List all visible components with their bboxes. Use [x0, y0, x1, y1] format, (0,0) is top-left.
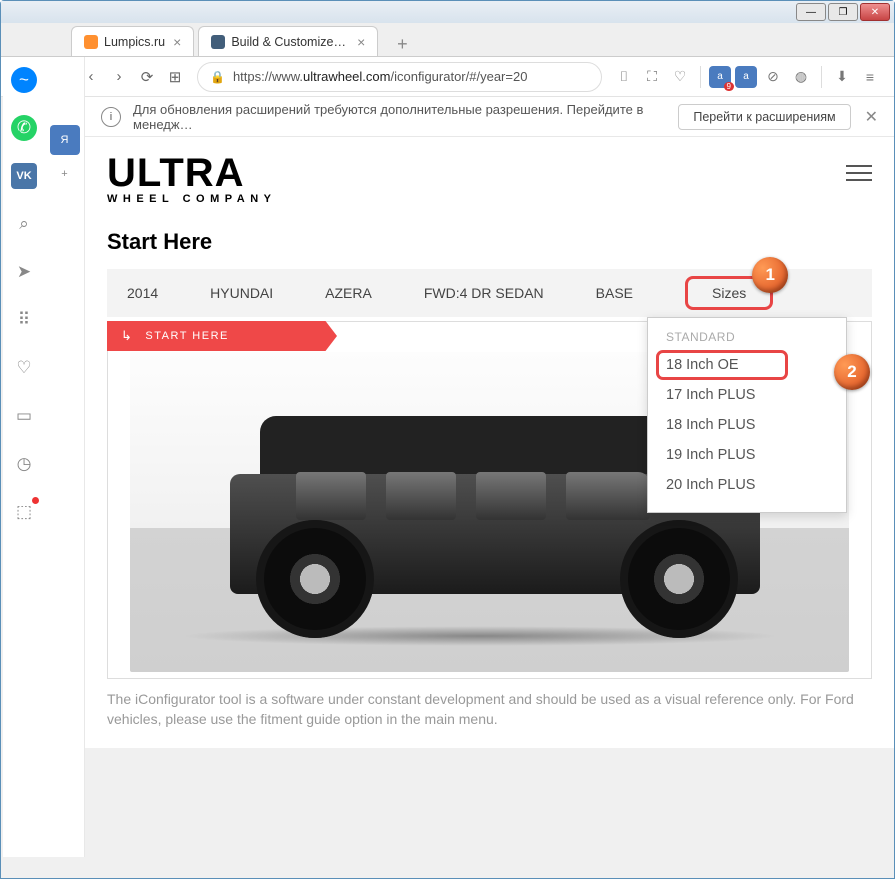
window-titlebar: — ❐ ✕ [1, 1, 894, 23]
dropdown-option-20-plus[interactable]: 20 Inch PLUS [648, 470, 846, 500]
workspace-column: Я + [45, 57, 85, 857]
url-path: /iconfigurator/#/year=20 [390, 69, 527, 84]
sizes-dropdown: STANDARD 18 Inch OE 2 17 Inch PLUS 18 In… [647, 317, 847, 513]
snapshot-icon[interactable]: ⌷ [612, 65, 636, 89]
ribbon-arrow-icon: ↳ [121, 328, 133, 344]
sidebar-search-icon[interactable]: ⌕ [11, 211, 37, 237]
wheel-rear-icon [620, 520, 738, 638]
filter-sizes-button[interactable]: Sizes 1 [685, 276, 773, 310]
info-icon: i [101, 107, 121, 127]
speed-dial-button[interactable]: ⊞ [161, 63, 189, 91]
go-to-extensions-button[interactable]: Перейти к расширениям [678, 104, 850, 130]
sidebar-dock: ~ ✆ VK ⌕ ➤ ⠿ ♡ ▭ ◷ ⬚ [3, 57, 45, 857]
page-content: ULTRA WHEEL COMPANY Start Here 2014 HYUN… [85, 137, 894, 748]
page-heading: Start Here [107, 229, 872, 255]
dropdown-section-header: STANDARD [648, 326, 846, 350]
dropdown-option-19-plus[interactable]: 19 Inch PLUS [648, 440, 846, 470]
extension-notice-bar: i Для обновления расширений требуются до… [85, 97, 894, 137]
extension-translate-icon[interactable]: а9 [709, 66, 731, 88]
url-pre: www. [272, 69, 303, 84]
sidebar-extensions-icon[interactable]: ⬚ [11, 499, 37, 525]
notify-dot-icon [32, 497, 39, 504]
window-maximize-button[interactable]: ❐ [828, 3, 858, 21]
sidebar-news-icon[interactable]: ▭ [11, 403, 37, 429]
filter-make[interactable]: HYUNDAI [210, 285, 273, 301]
window-minimize-button[interactable]: — [796, 3, 826, 21]
favicon-icon [211, 35, 225, 49]
nav-forward-button[interactable]: › [105, 63, 133, 91]
url-domain: ultrawheel.com [303, 69, 390, 84]
filter-body[interactable]: FWD:4 DR SEDAN [424, 285, 544, 301]
profile-icon[interactable]: ◍ [789, 65, 813, 89]
ribbon-label: START HERE [145, 330, 228, 342]
logo-text: ULTRA [107, 155, 277, 191]
workspace-add-button[interactable]: + [50, 159, 80, 189]
window-close-button[interactable]: ✕ [860, 3, 890, 21]
browser-tab-ultrawheel[interactable]: Build & Customize Your Ca × [198, 26, 378, 56]
crop-icon[interactable]: ⛶ [640, 65, 664, 89]
address-bar[interactable]: 🔒 https://www.ultrawheel.com/iconfigurat… [197, 62, 602, 92]
sidebar-heart-icon[interactable]: ♡ [11, 355, 37, 381]
nav-reload-button[interactable]: ⟳ [133, 63, 161, 91]
sidebar-send-icon[interactable]: ➤ [11, 259, 37, 285]
notice-close-icon[interactable]: ✕ [865, 107, 878, 127]
site-logo[interactable]: ULTRA WHEEL COMPANY [107, 155, 277, 205]
logo-subtitle: WHEEL COMPANY [107, 193, 277, 205]
filter-model[interactable]: AZERA [325, 285, 372, 301]
sidebar-history-icon[interactable]: ◷ [11, 451, 37, 477]
url-protocol: https:// [233, 69, 272, 84]
whatsapp-icon[interactable]: ✆ [11, 115, 37, 141]
browser-tab-lumpics[interactable]: Lumpics.ru × [71, 26, 194, 56]
messenger-icon[interactable]: ~ [11, 67, 37, 93]
filter-trim[interactable]: BASE [596, 285, 633, 301]
start-here-ribbon[interactable]: ↳ START HERE [107, 321, 337, 351]
vk-icon[interactable]: VK [11, 163, 37, 189]
downloads-icon[interactable]: ⬇ [830, 65, 854, 89]
easy-setup-icon[interactable]: ≡ [858, 65, 882, 89]
favicon-icon [84, 35, 98, 49]
adblock-icon[interactable]: ⊘ [761, 65, 785, 89]
extension-dict-icon[interactable]: а [735, 66, 757, 88]
vehicle-filter-bar: 2014 HYUNDAI AZERA FWD:4 DR SEDAN BASE S… [107, 269, 872, 317]
notice-text: Для обновления расширений требуются допо… [133, 102, 678, 132]
tab-close-icon[interactable]: × [173, 34, 181, 50]
toolbar-divider [821, 66, 822, 88]
dropdown-option-18-plus[interactable]: 18 Inch PLUS [648, 410, 846, 440]
hamburger-menu-icon[interactable] [846, 165, 872, 181]
sidebar-apps-icon[interactable]: ⠿ [11, 307, 37, 333]
tab-title: Build & Customize Your Ca [231, 35, 349, 49]
callout-badge-2: 2 [834, 354, 870, 390]
extension-badge: 9 [724, 82, 734, 91]
disclaimer-text: The iConfigurator tool is a software und… [107, 689, 872, 730]
filter-sizes-label: Sizes [712, 285, 746, 301]
browser-tab-strip: Lumpics.ru × Build & Customize Your Ca ×… [1, 23, 894, 57]
callout-badge-1: 1 [752, 257, 788, 293]
filter-year[interactable]: 2014 [127, 285, 158, 301]
tab-close-icon[interactable]: × [357, 34, 365, 50]
dropdown-option-18-oe[interactable]: 18 Inch OE 2 [648, 350, 846, 380]
dropdown-option-17-plus[interactable]: 17 Inch PLUS [648, 380, 846, 410]
tab-title: Lumpics.ru [104, 35, 165, 49]
new-tab-button[interactable]: + [388, 32, 416, 56]
toolbar-divider [700, 66, 701, 88]
bookmark-heart-icon[interactable]: ♡ [668, 65, 692, 89]
workspace-tile[interactable]: Я [50, 125, 80, 155]
wheel-front-icon [256, 520, 374, 638]
window-frame: — ❐ ✕ Lumpics.ru × Build & Customize You… [0, 0, 895, 879]
address-toolbar: ‹ › ⟳ ⊞ 🔒 https://www.ultrawheel.com/ico… [1, 57, 894, 97]
lock-icon: 🔒 [210, 70, 225, 84]
dropdown-option-label: 18 Inch OE [666, 357, 739, 373]
